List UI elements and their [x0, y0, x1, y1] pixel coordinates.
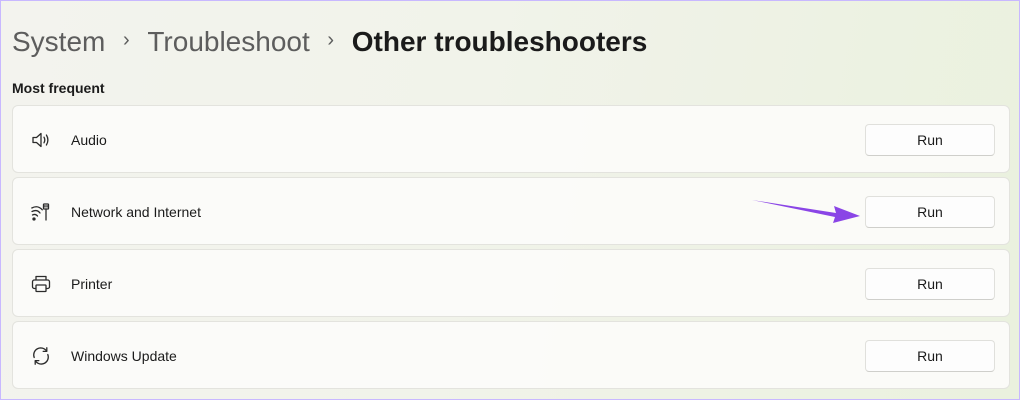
troubleshooter-label: Printer: [71, 276, 113, 292]
troubleshooter-list: Audio Run Network and Internet Run Print…: [12, 105, 1010, 393]
troubleshooter-audio: Audio Run: [12, 105, 1010, 173]
troubleshooter-printer: Printer Run: [12, 249, 1010, 317]
troubleshooter-label: Windows Update: [71, 348, 177, 364]
breadcrumb-separator: ›: [327, 28, 335, 51]
troubleshooter-label: Audio: [71, 132, 107, 148]
annotation-arrow-icon: [752, 200, 860, 223]
section-title: Most frequent: [12, 80, 105, 96]
breadcrumb-troubleshoot[interactable]: Troubleshoot: [147, 26, 309, 58]
run-audio-button[interactable]: Run: [865, 124, 995, 156]
breadcrumb: System › Troubleshoot › Other troublesho…: [12, 22, 647, 62]
printer-icon: [30, 273, 52, 295]
speaker-icon: [30, 129, 52, 151]
troubleshooter-label: Network and Internet: [71, 204, 201, 220]
breadcrumb-separator: ›: [123, 28, 130, 51]
page-title: Other troubleshooters: [351, 26, 648, 57]
run-printer-button[interactable]: Run: [865, 268, 995, 300]
breadcrumb-system[interactable]: System: [12, 26, 105, 58]
run-network-button[interactable]: Run: [865, 196, 995, 228]
wifi-ethernet-icon: [30, 201, 52, 223]
troubleshooter-windows-update: Windows Update Run: [12, 321, 1010, 389]
run-windows-update-button[interactable]: Run: [865, 340, 995, 372]
sync-icon: [30, 345, 52, 367]
